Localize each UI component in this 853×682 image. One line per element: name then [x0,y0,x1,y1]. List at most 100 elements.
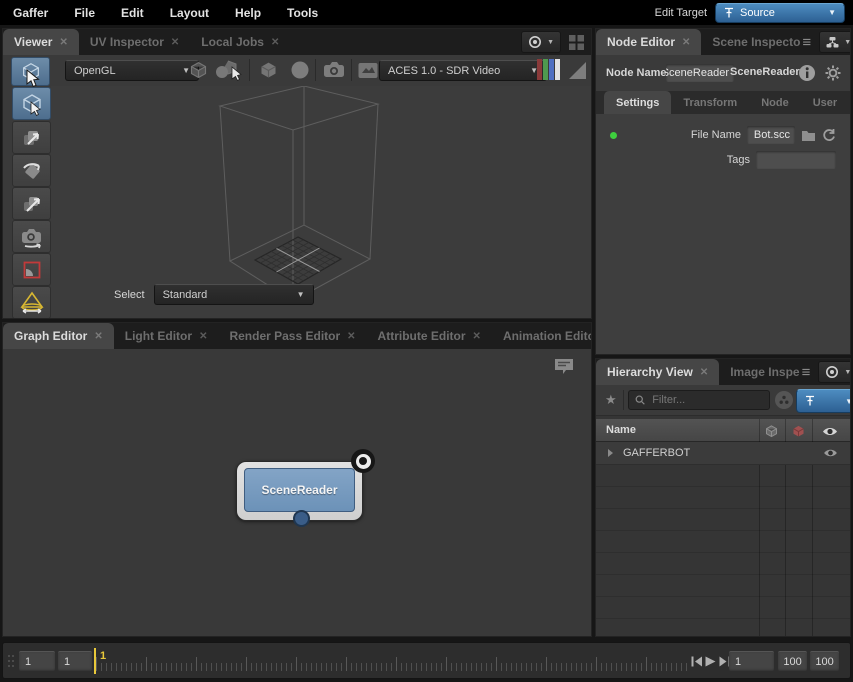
menu-layout[interactable]: Layout [157,6,222,20]
scene-cube-column-icon[interactable] [764,424,779,439]
range-start-input[interactable]: 1 [19,651,55,671]
translate-tool-button[interactable] [12,121,51,154]
camera-tool-button[interactable] [12,220,51,253]
camera-settings-button[interactable] [321,59,347,81]
scene-reader-node-body[interactable]: SceneReader [244,468,355,512]
shading-mode-button[interactable] [287,59,313,81]
visibility-eye-icon[interactable] [823,448,838,458]
selection-mask-button[interactable] [213,59,245,81]
menu-tools[interactable]: Tools [274,6,331,20]
focus-ring-icon[interactable] [351,449,375,473]
info-icon[interactable] [798,64,816,82]
refresh-icon[interactable] [822,128,836,142]
tab-viewer[interactable]: Viewer ✕ [3,29,79,55]
close-icon[interactable]: ✕ [347,331,355,342]
filter-input[interactable] [650,393,763,407]
render-cube-column-icon[interactable] [791,424,806,439]
view-start-input[interactable]: 1 [58,651,92,671]
file-name-input[interactable]: Bot.scc [747,126,795,144]
set-expansion-button[interactable] [775,391,793,409]
tab-animation-editor[interactable]: Animation Editor ✕ [492,323,592,349]
bookmark-star-icon[interactable]: ★ [605,392,617,408]
select-mode-dropdown[interactable]: Standard ▼ [153,284,314,305]
edit-target-dropdown[interactable]: Source ▼ [715,2,845,23]
tab-image-inspector[interactable]: Image Inspe [719,359,801,385]
visibility-eye-column-icon[interactable] [822,426,838,437]
row-name[interactable]: GAFFERBOT [623,447,690,459]
tab-attribute-editor[interactable]: Attribute Editor ✕ [367,323,492,349]
range-end-input[interactable]: 100 [810,651,839,671]
skip-to-start-button[interactable] [690,655,703,667]
graph-canvas[interactable]: SceneReader [3,349,591,636]
renderer-dropdown[interactable]: OpenGL ▼ [65,60,199,81]
editor-focus-dropdown[interactable]: ▼ [521,31,561,53]
subtab-node[interactable]: Node [749,91,801,114]
drawing-mode-button[interactable] [185,59,211,81]
expansion-button[interactable] [255,59,281,81]
hierarchy-view-panel: Hierarchy View ✕ Image Inspe ≡ ▼ ★ Filte… [595,358,851,637]
close-icon[interactable]: ✕ [682,37,690,48]
view-end-input[interactable]: 100 [778,651,807,671]
crop-window-tool-button[interactable] [12,253,51,286]
viewer-viewport[interactable]: Select Standard ▼ [51,86,591,318]
playhead[interactable] [94,648,96,674]
menu-file[interactable]: File [61,6,108,20]
image-card-icon [358,62,378,78]
edit-target-value: Source [740,6,775,19]
light-tool-button[interactable] [12,286,51,318]
tab-local-jobs[interactable]: Local Jobs ✕ [190,29,290,55]
scale-tool-button[interactable] [12,187,51,220]
tab-scene-inspector[interactable]: Scene Inspecto [701,29,802,55]
select-tool-button[interactable] [12,87,51,120]
menu-help[interactable]: Help [222,6,274,20]
tab-graph-editor[interactable]: Graph Editor ✕ [3,323,114,349]
expand-arrow-icon[interactable] [608,449,613,457]
tab-list-icon[interactable]: ≡ [802,35,811,50]
editor-focus-dropdown[interactable]: ▼ [818,361,850,383]
close-icon[interactable]: ✕ [199,331,207,342]
drag-grip-icon[interactable] [8,655,16,667]
scene-reader-node[interactable]: SceneReader [236,449,375,527]
play-button[interactable] [704,655,717,667]
close-icon[interactable]: ✕ [700,367,708,378]
column-name[interactable]: Name [606,424,636,436]
edit-scope-dropdown[interactable]: ▼ [796,389,850,413]
tab-render-pass-editor[interactable]: Render Pass Editor ✕ [218,323,366,349]
translate-icon [23,130,39,145]
subtab-settings[interactable]: Settings [604,91,672,114]
rotate-tool-button[interactable] [12,154,51,187]
subtab-transform[interactable]: Transform [671,91,749,114]
tab-uv-inspector[interactable]: UV Inspector ✕ [79,29,190,55]
node-output-plug[interactable] [293,510,310,527]
cube-select-icon [22,93,41,116]
close-icon[interactable]: ✕ [271,37,279,48]
annotation-bubble-icon[interactable] [553,357,575,377]
close-icon[interactable]: ✕ [94,331,102,342]
channel-select-icon[interactable] [537,59,560,80]
folder-icon[interactable] [801,129,816,142]
layout-grid-icon[interactable] [569,34,584,50]
menu-gaffer[interactable]: Gaffer [0,6,61,20]
tab-node-editor[interactable]: Node Editor ✕ [596,29,702,55]
tab-label: Animation Editor [502,329,592,343]
view-image-button[interactable] [355,59,381,81]
gear-icon[interactable] [824,64,842,82]
frame-ruler[interactable] [96,651,688,671]
node-set-dropdown[interactable]: ▼ [819,31,850,53]
tags-input[interactable] [756,151,836,169]
tab-light-editor[interactable]: Light Editor ✕ [114,323,219,349]
current-frame-input[interactable]: 1 [729,651,774,671]
menu-edit[interactable]: Edit [108,6,157,20]
close-icon[interactable]: ✕ [171,37,179,48]
close-icon[interactable]: ✕ [59,37,67,48]
tab-list-icon[interactable]: ≡ [802,365,811,380]
value-set-indicator[interactable] [610,132,617,139]
tab-hierarchy-view[interactable]: Hierarchy View ✕ [596,359,720,385]
node-name-input[interactable]: SceneReader [666,64,734,82]
close-icon[interactable]: ✕ [473,331,481,342]
display-transform-dropdown[interactable]: ACES 1.0 - SDR Video ▼ [379,60,547,81]
exposure-gamma-icon[interactable] [569,62,586,79]
node-graph-icon [826,36,839,47]
table-row[interactable]: GAFFERBOT [596,442,850,465]
subtab-user[interactable]: User [801,91,849,114]
